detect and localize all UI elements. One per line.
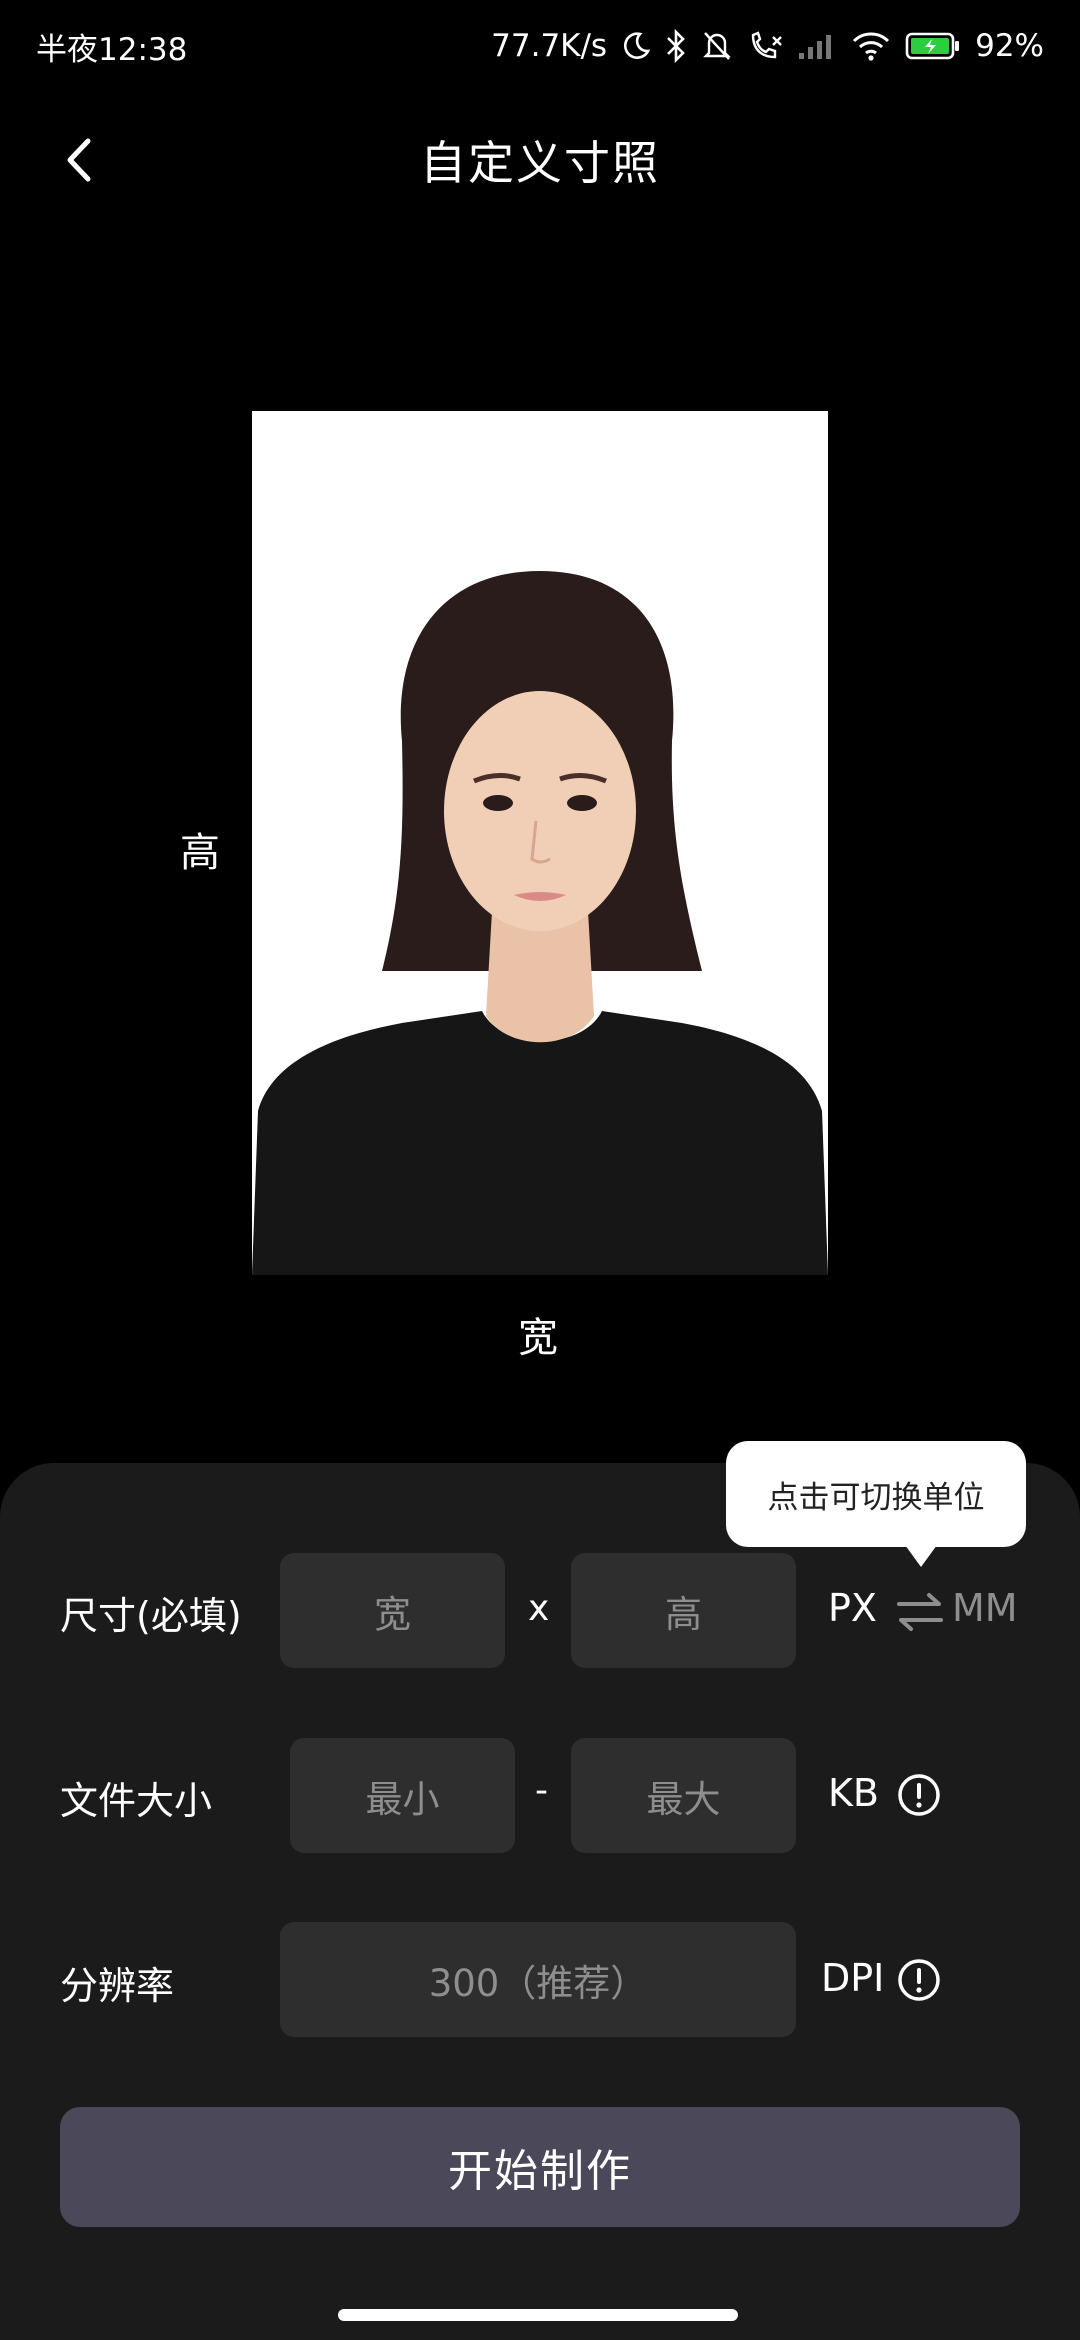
moon-icon <box>621 31 651 61</box>
unit-kb-label: KB <box>828 1771 879 1815</box>
resolution-label: 分辨率 <box>60 1964 175 2008</box>
filesize-separator: - <box>535 1770 548 1811</box>
battery-percent: 92% <box>975 28 1044 64</box>
status-bar: 半夜12:38 77.7K/s 92% <box>0 0 1080 92</box>
max-size-input[interactable]: 最大 <box>571 1738 796 1853</box>
swap-arrows-icon[interactable] <box>895 1590 945 1638</box>
id-photo-preview <box>252 411 828 1275</box>
battery-icon <box>905 31 961 61</box>
unit-px-label[interactable]: PX <box>828 1586 877 1630</box>
width-label: 宽 <box>518 1315 558 1361</box>
bell-muted-icon <box>701 29 733 63</box>
page-title: 自定义寸照 <box>420 136 660 190</box>
info-icon[interactable] <box>896 1957 942 2007</box>
filesize-label: 文件大小 <box>60 1779 213 1823</box>
height-label: 高 <box>180 830 220 876</box>
wifi-icon <box>851 30 891 62</box>
bluetooth-icon <box>665 29 687 63</box>
width-input[interactable]: 宽 <box>280 1553 505 1668</box>
status-time: 半夜12:38 <box>36 31 188 68</box>
net-speed: 77.7K/s <box>491 28 608 64</box>
unit-switch-tooltip: 点击可切换单位 <box>726 1441 1026 1547</box>
unit-mm-label[interactable]: MM <box>952 1586 1018 1630</box>
min-size-input[interactable]: 最小 <box>290 1738 515 1853</box>
size-label: 尺寸(必填) <box>60 1594 242 1638</box>
signal-icon <box>797 31 837 61</box>
tooltip-arrow <box>905 1545 937 1567</box>
dpi-input[interactable]: 300（推荐） <box>280 1922 796 2037</box>
home-indicator[interactable] <box>338 2309 738 2321</box>
start-making-button[interactable]: 开始制作 <box>60 2107 1020 2227</box>
info-icon[interactable] <box>896 1772 942 1822</box>
call-missed-icon <box>747 29 783 63</box>
chevron-left-icon <box>67 138 91 182</box>
title-bar: 自定义寸照 <box>0 110 1080 210</box>
height-input[interactable]: 高 <box>571 1553 796 1668</box>
size-separator: x <box>528 1588 550 1629</box>
unit-dpi-label: DPI <box>821 1956 885 2000</box>
back-button[interactable] <box>48 130 108 190</box>
portrait-image <box>252 411 828 1275</box>
